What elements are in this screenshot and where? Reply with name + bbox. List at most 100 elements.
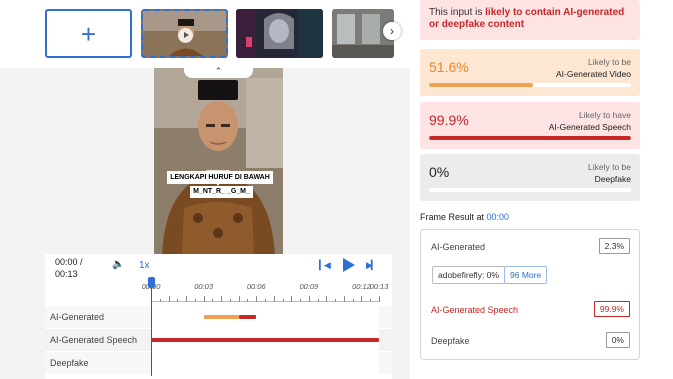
ruler-tick [335, 299, 337, 302]
metric-value: 99.9% [429, 112, 469, 128]
add-media-button[interactable]: + [45, 9, 132, 58]
ruler-tick [212, 299, 214, 302]
detection-segment[interactable] [238, 315, 257, 319]
metric-bar-track [429, 188, 631, 192]
ruler-tick [361, 296, 363, 302]
chevron-right-icon: › [390, 24, 394, 38]
metric-ai-speech: 99.9% Likely to have AI-Generated Speech [420, 102, 640, 149]
frame-result-label: Frame Result at [420, 212, 487, 222]
total-time: 00:13 [55, 269, 78, 279]
ruler-tick [256, 296, 258, 302]
more-models-button[interactable]: 96 More [504, 266, 548, 284]
ruler-tick-label: 00:03 [194, 282, 213, 291]
plus-icon: + [80, 18, 97, 49]
verdict-prefix: This input is [429, 7, 486, 18]
ruler-tick [326, 296, 328, 302]
neon-woman-thumbnail-image [236, 9, 323, 58]
metric-caption: Likely to have AI-Generated Speech [549, 109, 631, 133]
track-label: AI-Generated [50, 312, 105, 322]
model-score-chip[interactable]: adobefirefly: 0% [432, 266, 505, 284]
frame-result-time[interactable]: 00:00 [487, 212, 510, 222]
detection-segment[interactable] [151, 338, 379, 342]
fr-speech-label: AI-Generated Speech [431, 305, 519, 315]
ruler-tick [238, 296, 240, 302]
ruler-tick [177, 299, 179, 302]
fr-deepfake-value: 0% [605, 332, 630, 348]
metric-caption: Likely to be AI-Generated Video [556, 56, 631, 80]
ruler-tick-label: 00:09 [299, 282, 319, 291]
ruler-tick-label: 00:06 [246, 282, 266, 291]
ruler-tick [221, 296, 223, 302]
ruler-tick [308, 296, 310, 302]
metric-caption-top: Likely to be [588, 162, 631, 172]
video-caption-line1: LENGKAPI HURUF DI BAWAH [167, 171, 273, 184]
volume-button[interactable]: 🔈 [112, 259, 124, 270]
metric-caption: Likely to be Deepfake [588, 161, 631, 185]
fr-deepfake-label: Deepfake [431, 336, 470, 346]
ruler-tick [265, 299, 266, 302]
track-area[interactable] [151, 352, 379, 374]
metric-caption-bottom: AI-Generated Speech [548, 122, 631, 132]
current-time: 00:00 / [55, 257, 83, 267]
collapse-video-button[interactable]: ⌃ [184, 64, 253, 78]
track-row-deepfake: Deepfake [45, 352, 392, 374]
ruler-tick-label: 00:12 [352, 282, 371, 291]
results-pane: This input is likely to contain AI-gener… [420, 0, 640, 379]
ruler-tick [186, 296, 188, 302]
video-preview [154, 68, 283, 254]
ruler-tick [168, 296, 170, 302]
playhead-handle[interactable] [148, 277, 155, 288]
thumbnail-selected[interactable] [141, 9, 228, 58]
metric-caption-bottom: Deepfake [594, 174, 631, 184]
metric-deepfake: 0% Likely to be Deepfake [420, 154, 640, 201]
track-area[interactable] [151, 329, 379, 351]
fr-ai-generated-label: AI-Generated [431, 242, 486, 252]
ruler-tick [317, 299, 319, 302]
skip-back-button[interactable]: ▎◀ [319, 260, 331, 271]
playback-speed-button[interactable]: 1x [139, 260, 150, 271]
frame-result-title: Frame Result at 00:00 [420, 212, 509, 222]
ruler-tick [203, 296, 205, 302]
fr-speech-value: 99.9% [593, 301, 630, 317]
play-button[interactable] [342, 258, 356, 272]
skip-forward-icon: ▶▎ [366, 260, 378, 270]
ruler-tick [352, 299, 354, 302]
ruler-tick [370, 299, 372, 302]
track-label: Deepfake [50, 358, 89, 368]
metric-value: 51.6% [429, 59, 469, 75]
track-row-ai-speech: AI-Generated Speech [45, 329, 392, 351]
play-overlay-icon [178, 28, 193, 43]
ruler-tick [194, 299, 196, 302]
metric-caption-top: Likely to have [579, 110, 631, 120]
metric-bar-track [429, 136, 631, 140]
metric-bar-fill [429, 83, 534, 87]
metric-bar-track [429, 83, 631, 87]
skip-back-icon: ▎◀ [319, 260, 331, 270]
track-label: AI-Generated Speech [50, 335, 138, 345]
ruler-tick [282, 299, 284, 302]
ruler-tick [273, 296, 275, 302]
playback-time: 00:00 / 00:13 [55, 256, 95, 280]
verdict-card: This input is likely to contain AI-gener… [420, 0, 640, 40]
media-pane: + › ⌃ LENGKAPI HURUF DI BAWAH M_NT_R_ _G… [0, 0, 410, 379]
verdict-message: This input is likely to contain AI-gener… [429, 7, 634, 31]
detection-segment[interactable] [203, 315, 239, 319]
timeline-player: 00:00 / 00:13 🔈 1x ▎◀ ▶▎ 00:0000:0300:06… [45, 254, 392, 379]
chevron-up-icon: ⌃ [214, 65, 223, 76]
metric-caption-bottom: AI-Generated Video [556, 69, 631, 79]
skip-forward-button[interactable]: ▶▎ [366, 260, 378, 271]
video-caption-line2: M_NT_R_ _G_M_ [190, 186, 253, 198]
ruler-tick [343, 296, 345, 302]
thumbnail-strip: + › [0, 0, 410, 68]
track-area[interactable] [151, 306, 379, 328]
frame-result-box: AI-Generated 2.3% adobefirefly: 0% 96 Mo… [420, 229, 640, 360]
track-row-ai-generated: AI-Generated [45, 306, 392, 328]
metric-value: 0% [429, 164, 450, 180]
next-thumbnails-button[interactable]: › [383, 22, 401, 40]
speaker-icon: 🔈 [112, 259, 125, 270]
time-ruler[interactable]: 00:0000:0300:0600:0900:1200:13 [142, 282, 388, 302]
ruler-tick [379, 296, 380, 302]
metric-bar-fill [429, 136, 631, 140]
thumbnail-2[interactable] [236, 9, 323, 58]
metric-caption-top: Likely to be [588, 57, 631, 67]
